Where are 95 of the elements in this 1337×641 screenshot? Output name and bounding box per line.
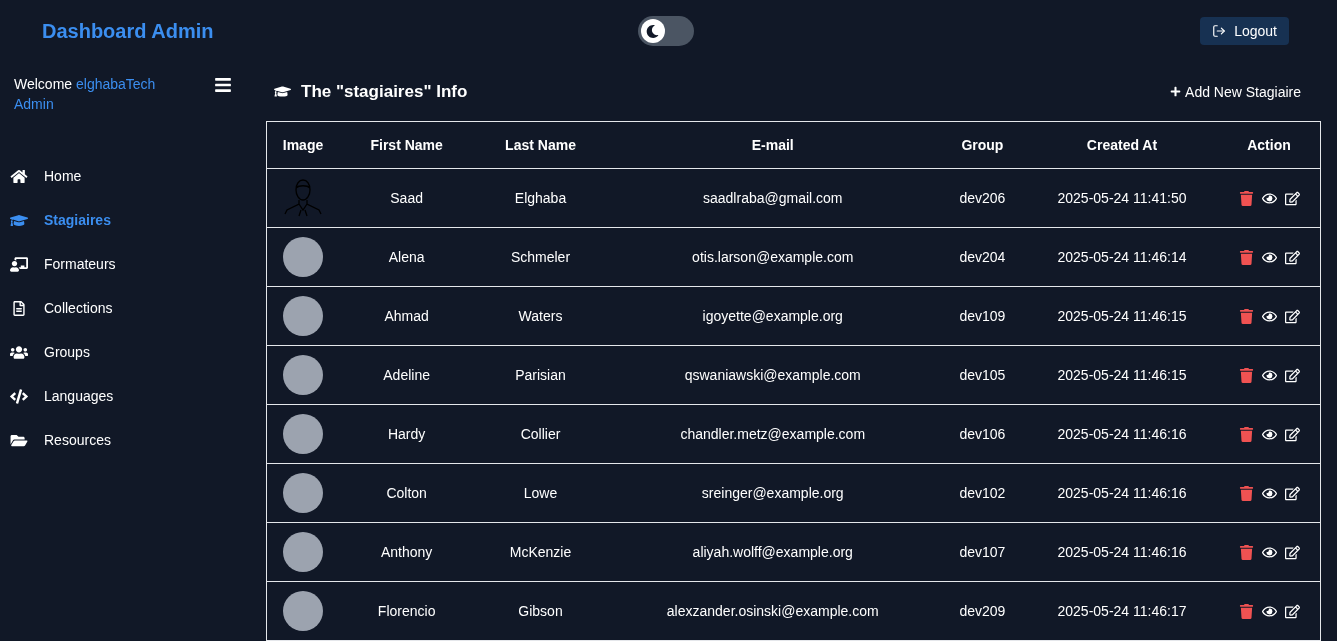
table-cell: Collier [474,404,607,464]
add-stagiaire-button[interactable]: Add New Stagiaire [1170,83,1301,100]
table-cell: Hardy [339,404,475,464]
table-cell: dev106 [938,404,1026,464]
table-cell: otis.larson@example.com [606,227,939,287]
sidebar-item[interactable]: Groups [0,330,250,374]
table-cell: 2025-05-24 11:46:16 [1026,522,1218,582]
table-cell: 2025-05-24 11:46:17 [1026,581,1218,641]
photo-placeholder [283,473,323,513]
table-cell: 2025-05-24 11:46:16 [1026,404,1218,464]
table-cell: Alena [339,227,475,287]
logout-icon [1212,24,1227,38]
column-header: E-mail [606,121,939,169]
table-cell: Ahmad [339,286,475,346]
table-cell: dev209 [938,581,1026,641]
delete-icon[interactable] [1238,603,1254,619]
table-cell: Florencio [339,581,475,641]
table-cell: sreinger@example.org [606,463,939,523]
table-cell: Anthony [339,522,475,582]
graduation-cap-icon [10,212,28,228]
table-cell: chandler.metz@example.com [606,404,939,464]
delete-icon[interactable] [1238,249,1254,265]
logout-button[interactable]: Logout [1200,17,1289,45]
delete-icon[interactable] [1238,190,1254,206]
page-title: The "stagiaires" Info [301,81,468,102]
menu-icon[interactable] [214,76,232,94]
table-cell: dev206 [938,168,1026,228]
graduation-cap-icon [274,83,291,100]
table-cell: 2025-05-24 11:46:14 [1026,227,1218,287]
code-icon [10,388,28,404]
delete-icon[interactable] [1238,485,1254,501]
table-cell: alexzander.osinski@example.com [606,581,939,641]
column-header: First Name [339,121,475,169]
app-title: Dashboard Admin [42,19,215,43]
sidebar-item[interactable]: Resources [0,418,250,462]
delete-icon[interactable] [1238,367,1254,383]
edit-icon[interactable] [1284,190,1300,206]
table-cell: saadlraba@gmail.com [606,168,939,228]
table-cell: 2025-05-24 11:46:15 [1026,345,1218,405]
table-cell: McKenzie [474,522,607,582]
table-cell: Waters [474,286,607,346]
sidebar-item[interactable]: Formateurs [0,242,250,286]
photo-placeholder [283,591,323,631]
plus-icon [1170,86,1182,97]
delete-icon[interactable] [1238,426,1254,442]
photo-placeholder [283,237,323,277]
edit-icon[interactable] [1284,485,1300,501]
table-cell: Elghaba [474,168,607,228]
table-cell: Saad [339,168,475,228]
table-cell: dev107 [938,522,1026,582]
photo-placeholder [283,414,323,454]
table-cell: Lowe [474,463,607,523]
theme-toggle[interactable] [637,16,694,46]
sidebar-item[interactable]: Collections [0,286,250,330]
document-icon [10,300,28,316]
edit-icon[interactable] [1284,544,1300,560]
column-header: Action [1218,121,1321,169]
table-cell: 2025-05-24 11:46:16 [1026,463,1218,523]
table-cell: Adeline [339,345,475,405]
home-icon [10,168,28,184]
photo-placeholder [283,296,323,336]
photo-placeholder [283,355,323,395]
edit-icon[interactable] [1284,249,1300,265]
edit-icon[interactable] [1284,308,1300,324]
table-cell: dev102 [938,463,1026,523]
users-icon [10,344,28,360]
column-header: Created At [1026,121,1218,169]
table-cell: dev204 [938,227,1026,287]
edit-icon[interactable] [1284,603,1300,619]
folder-icon [10,432,28,448]
delete-icon[interactable] [1238,544,1254,560]
welcome-text: Welcome elghabaTech Admin [14,75,157,114]
table-cell: dev109 [938,286,1026,346]
table-cell: Schmeler [474,227,607,287]
edit-icon[interactable] [1284,367,1300,383]
table-cell: igoyette@example.org [606,286,939,346]
sidebar-item[interactable]: Stagiaires [0,198,250,242]
column-header: Last Name [474,121,607,169]
column-header: Group [938,121,1026,169]
table-cell: dev105 [938,345,1026,405]
table-cell: Colton [339,463,475,523]
table-cell: Parisian [474,345,607,405]
sidebar-item[interactable]: Languages [0,374,250,418]
table-cell: qswaniawski@example.com [606,345,939,405]
sidebar-item[interactable]: Home [0,154,250,198]
table-cell: 2025-05-24 11:41:50 [1026,168,1218,228]
table-cell: 2025-05-24 11:46:15 [1026,286,1218,346]
table-cell: Gibson [474,581,607,641]
teacher-board-icon [10,256,28,272]
edit-icon[interactable] [1284,426,1300,442]
photo-placeholder [283,532,323,572]
delete-icon[interactable] [1238,308,1254,324]
column-header: Image [266,121,339,169]
table-cell: aliyah.wolff@example.org [606,522,939,582]
moon-icon [646,24,659,38]
